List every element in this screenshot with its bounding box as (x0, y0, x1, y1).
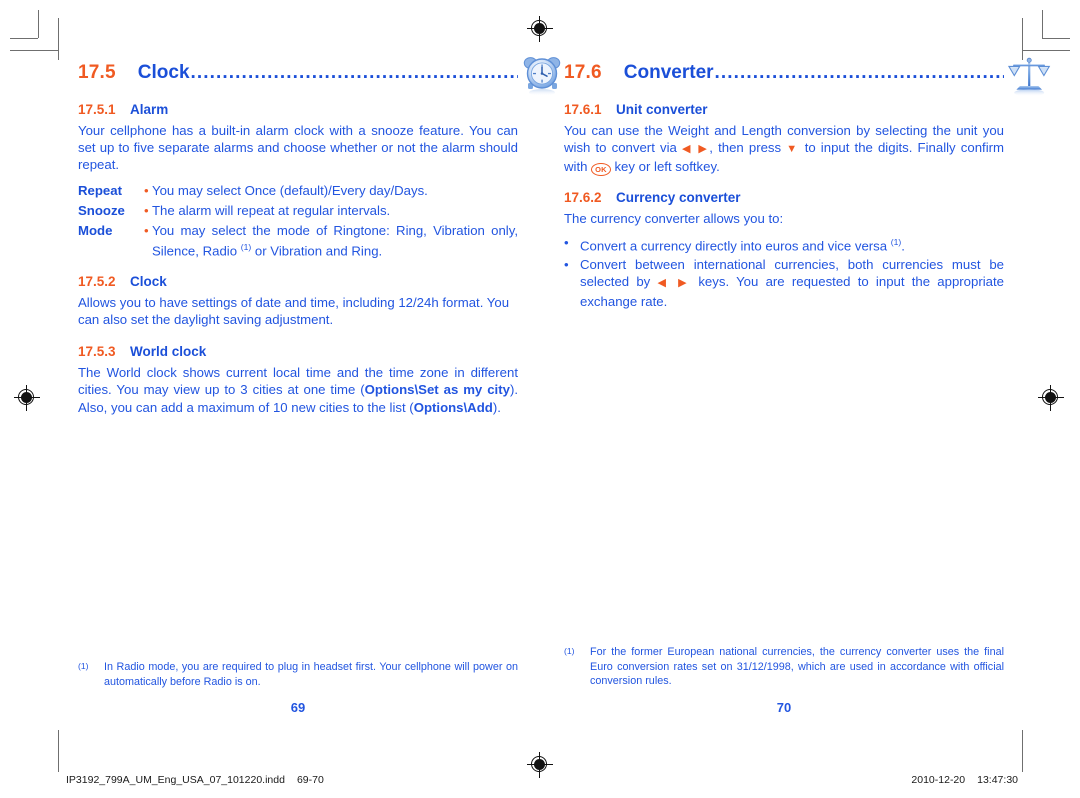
definition-term: Snooze (78, 202, 125, 218)
footnote-reference: (1) (890, 236, 902, 247)
right-page-content: 17.6 Converter .........................… (564, 57, 1051, 312)
definition-row-repeat: Repeat • You may select Once (default)/E… (78, 182, 518, 199)
menu-path-set-as-my-city: Options\Set as my city (364, 382, 510, 398)
subsection-number: 17.5.2 (78, 273, 116, 289)
bullet-marker: • (144, 182, 149, 198)
page-number-left: 69 (290, 700, 306, 715)
left-page-content: 17.5 Clock .............................… (78, 57, 561, 416)
world-clock-description-paragraph: The World clock shows current local time… (78, 364, 518, 416)
definition-text: The alarm will repeat at regular interva… (152, 202, 391, 218)
print-info-bar: IP3192_799A_UM_Eng_USA_07_101220.indd 69-… (0, 762, 1080, 798)
currency-converter-intro: The currency converter allows you to: (564, 211, 784, 227)
currency-converter-bullet-list: • Convert a currency directly into euros… (564, 234, 1004, 310)
definition-text: You may select the mode of Ringtone: Rin… (152, 222, 518, 260)
definition-text: You may select Once (default)/Every day/… (152, 182, 428, 198)
section-number: 17.5 (78, 62, 116, 83)
section-number: 17.6 (564, 62, 602, 83)
print-page-range: 69-70 (296, 774, 324, 786)
left-right-arrows-icon: ◀ ▶ (681, 143, 710, 156)
list-item-text: Convert a currency directly into euros a… (580, 234, 1004, 255)
section-leader-dots: ........................................… (714, 62, 1004, 83)
bullet-marker: • (144, 202, 149, 218)
print-date: 2010-12-20 (911, 774, 966, 786)
footnote-marker: (1) (78, 661, 89, 671)
list-item-text-part1: Convert a currency directly into euros a… (580, 238, 891, 253)
unit-converter-paragraph: You can use the Weight and Length conver… (564, 122, 1004, 177)
section-leader-dots: ........................................… (190, 62, 518, 83)
bullet-marker: • (564, 257, 569, 273)
footnote-reference: (1) (240, 242, 252, 253)
footnote-left-page: (1) In Radio mode, you are required to p… (78, 660, 518, 689)
list-item-text-part2: . (901, 238, 905, 253)
list-item: • Convert between international currenci… (564, 256, 1004, 310)
bullet-marker: • (144, 223, 149, 239)
definition-row-snooze: Snooze • The alarm will repeat at regula… (78, 202, 518, 219)
subsection-number: 17.6.1 (564, 102, 602, 117)
unit-converter-text-d: key or left softkey. (610, 159, 720, 175)
subsection-title: World clock (130, 344, 207, 360)
menu-path-add: Options\Add (413, 399, 493, 415)
subsection-heading-alarm: 17.5.1 Alarm (78, 102, 518, 117)
page-number-right: 70 (776, 700, 792, 715)
section-title: Converter (623, 62, 714, 83)
subsection-number: 17.5.1 (78, 102, 116, 117)
alarm-description-paragraph: Your cellphone has a built-in alarm cloc… (78, 123, 518, 173)
footnote-right-page: (1) For the former European national cur… (564, 645, 1004, 689)
subsection-title: Currency converter (616, 190, 741, 206)
subsection-heading-unit-converter: 17.6.1 Unit converter (564, 102, 1004, 117)
section-heading-clock: 17.5 Clock .............................… (78, 57, 561, 96)
footnote-text: In Radio mode, you are required to plug … (104, 661, 518, 688)
print-filename: IP3192_799A_UM_Eng_USA_07_101220.indd (66, 774, 285, 786)
list-item: • Convert a currency directly into euros… (564, 234, 1004, 255)
subsection-number: 17.6.2 (564, 190, 602, 206)
subsection-title: Clock (130, 273, 167, 289)
subsection-title: Alarm (130, 102, 169, 117)
subsection-heading-clock: 17.5.2 Clock (78, 274, 518, 289)
definition-term: Mode (78, 223, 113, 239)
section-heading-converter: 17.6 Converter .........................… (564, 57, 1051, 97)
subsection-heading-world-clock: 17.5.3 World clock (78, 344, 518, 359)
print-time: 13:47:30 (977, 774, 1018, 786)
print-filename-group: IP3192_799A_UM_Eng_USA_07_101220.indd 69-… (66, 774, 324, 786)
subsection-number: 17.5.3 (78, 344, 116, 360)
section-title: Clock (137, 62, 190, 83)
print-timestamp-group: 2010-12-20 13:47:30 (911, 774, 1018, 786)
footnote-text: For the former European national currenc… (590, 646, 1004, 687)
world-clock-text-c: ). (492, 399, 501, 415)
list-item-text: Convert between international currencies… (580, 256, 1004, 310)
unit-converter-text-b: , then press (709, 140, 787, 156)
bullet-marker: • (564, 234, 569, 250)
subsection-title: Unit converter (616, 102, 708, 117)
left-right-arrows-icon: ◀ ▶ (657, 277, 692, 290)
down-arrow-icon: ▼ (786, 143, 800, 156)
definition-row-mode: Mode • You may select the mode of Ringto… (78, 222, 518, 260)
balance-scales-icon (1006, 54, 1052, 98)
alarm-settings-list: Repeat • You may select Once (default)/E… (78, 182, 518, 260)
clock-description-paragraph: Allows you to have settings of date and … (78, 294, 510, 328)
document-page-spread: 17.5 Clock .............................… (0, 0, 1080, 798)
footnote-marker: (1) (564, 646, 575, 656)
ok-key-icon: OK (591, 163, 611, 177)
subsection-heading-currency-converter: 17.6.2 Currency converter (564, 190, 1004, 205)
definition-term: Repeat (78, 182, 122, 198)
definition-text-part2: or Vibration and Ring. (251, 243, 383, 259)
alarm-clock-icon (520, 54, 566, 98)
